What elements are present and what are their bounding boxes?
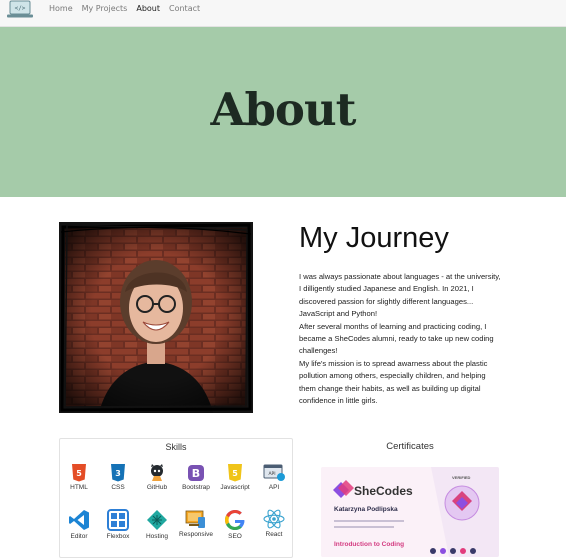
nav-my-projects-link[interactable]: My Projects (82, 4, 128, 13)
skill-css: 3 CSS (98, 464, 138, 491)
journey-line: became a SheCodes alumni, ready to take … (299, 334, 494, 344)
certificates-heading: Certificates (386, 441, 434, 452)
svg-text:</>: </> (15, 5, 26, 12)
css3-icon: 3 (111, 464, 125, 482)
bootstrap-icon: B (188, 465, 204, 481)
svg-text:API: API (268, 471, 275, 477)
skills-card: Skills 5 HTML 3 CSS GitHub B Bootstrap 5… (59, 438, 293, 558)
journey-line: My life's mission is to spread awarness … (299, 358, 488, 368)
navbar: </> Home My Projects About Contact (0, 0, 566, 27)
nav-home-link[interactable]: Home (49, 4, 73, 13)
journey-line: I dilligently studied Japanese and Engli… (299, 284, 474, 294)
journey-line: After several months of learning and pra… (299, 321, 487, 331)
page-title: About (210, 83, 357, 136)
svg-text:5: 5 (232, 469, 238, 478)
journey-line: them change their habits, as well as bui… (299, 383, 481, 393)
verified-badge: VERIFIED (452, 475, 471, 480)
journey-line: discovered passion for slightly differen… (299, 296, 474, 306)
certificate-card[interactable]: VERIFIED SheCodes Katarzyna Podlipska In… (321, 467, 499, 557)
skill-label: Flexbox (106, 533, 130, 540)
profile-photo (59, 222, 253, 413)
skill-github: GitHub (137, 464, 177, 491)
responsive-icon (185, 510, 205, 528)
journey-line: confidence in little girls. (299, 396, 378, 406)
skill-react: React (254, 509, 294, 538)
skills-heading: Skills (165, 442, 187, 452)
flexbox-icon (107, 509, 129, 531)
skill-label: API (268, 484, 280, 491)
skill-label: Bootstrap (182, 484, 210, 491)
journey-line: JavaScript and Python! (299, 309, 378, 319)
certificate-name: Katarzyna Podlipska (334, 506, 398, 513)
nav-links: Home My Projects About Contact (49, 4, 200, 13)
github-icon (151, 464, 163, 481)
journey-line: I was always passionate about languages … (299, 272, 501, 281)
skill-label: React (265, 531, 283, 538)
skill-html: 5 HTML (59, 464, 99, 491)
google-icon (225, 510, 245, 530)
journey-line: pollution among others, especially child… (299, 371, 486, 381)
skill-label: Editor (70, 533, 88, 540)
journey-line: challenges! (299, 346, 338, 356)
hero-banner: About (0, 27, 566, 197)
nav-contact-link[interactable]: Contact (169, 4, 200, 13)
skill-label: CSS (111, 484, 125, 491)
skill-label: SEO (228, 533, 242, 540)
javascript-icon: 5 (228, 464, 242, 482)
skill-javascript: 5 Javascript (215, 464, 255, 491)
svg-text:5: 5 (76, 469, 82, 478)
journey-text: I was always passionate about languages … (299, 271, 529, 407)
skill-bootstrap: B Bootstrap (176, 464, 216, 491)
svg-text:3: 3 (115, 469, 121, 478)
certificate-course: Introduction to Coding (334, 541, 405, 548)
laptop-code-icon[interactable]: </> (6, 0, 34, 20)
skill-label: Javascript (220, 484, 250, 491)
api-icon: API (263, 464, 285, 481)
skill-hosting: Hosting (137, 509, 177, 540)
shecodes-logo: SheCodes (354, 484, 413, 498)
skill-label: Responsive (179, 531, 213, 538)
skill-seo: SEO (215, 509, 255, 540)
skill-label: HTML (70, 484, 88, 491)
skill-api: API API (254, 464, 294, 491)
hosting-icon (147, 510, 167, 530)
react-icon (263, 509, 285, 529)
skill-label: Hosting (145, 533, 169, 540)
skill-label: GitHub (146, 484, 168, 491)
svg-text:B: B (192, 467, 200, 480)
html5-icon: 5 (72, 464, 86, 482)
skill-editor: Editor (59, 509, 99, 540)
nav-about-link[interactable]: About (136, 4, 160, 13)
skill-responsive: Responsive (176, 509, 216, 538)
vscode-icon (69, 510, 89, 530)
skill-flexbox: Flexbox (98, 509, 138, 540)
journey-heading: My Journey (299, 222, 449, 254)
